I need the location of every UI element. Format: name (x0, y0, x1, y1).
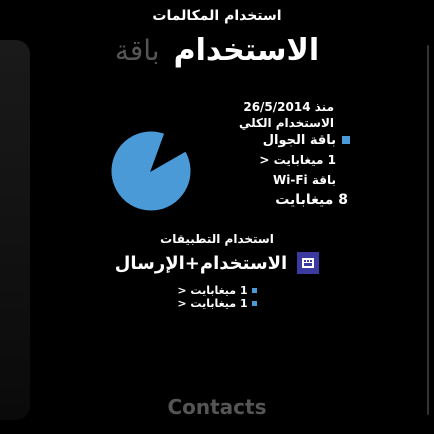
mini-legend-dot-2 (251, 301, 257, 306)
previous-page-peek[interactable] (0, 40, 30, 420)
legend-swatch-mobile (342, 136, 350, 144)
date-since: منذ 26/5/2014 (243, 100, 334, 114)
next-section-peek[interactable]: Contacts (60, 395, 374, 419)
grid-icon (297, 252, 320, 274)
legend-value-mobile: 1 ميغابايت < (259, 153, 336, 167)
legend-value-mobile-row: 1 ميغابايت < (190, 150, 350, 170)
legend-label-mobile: باقة الجوال (262, 132, 336, 148)
mini-legend-value-2: 1 ميغابايت < (177, 297, 248, 310)
usage-pie-chart[interactable] (108, 128, 194, 214)
usage-send-label: الاستخدام+الإرسال (114, 252, 288, 274)
chart-legend: باقة الجوال 1 ميغابايت < باقة Wi-Fi 8 مي… (190, 130, 350, 210)
legend-label-wifi: باقة Wi-Fi (273, 173, 336, 187)
mini-legend-dot-1 (251, 288, 257, 293)
legend-item-mobile: باقة الجوال (190, 130, 350, 150)
mini-legend-row-1: 1 ميغابايت < (177, 284, 257, 297)
app-usage-title: استخدام التطبيقات (160, 232, 274, 246)
mini-legend-value-1: 1 ميغابايت < (177, 284, 248, 297)
legend-item-wifi: باقة Wi-Fi (190, 170, 350, 190)
page-heading-main: الاستخدام (173, 32, 320, 68)
page-heading-next[interactable]: باقة (115, 34, 160, 67)
usage-mini-legend: 1 ميغابايت < 1 ميغابايت < (0, 284, 434, 310)
screen: استخدام المكالمات الاستخدام باقة منذ 26/… (0, 0, 434, 434)
app-header-title: استخدام المكالمات (152, 8, 282, 24)
pie-chart-svg (110, 130, 192, 212)
mini-legend-row-2: 1 ميغابايت < (177, 297, 257, 310)
scroll-edge (427, 45, 429, 415)
usage-send-row[interactable]: الاستخدام+الإرسال (90, 252, 344, 274)
legend-value-wifi: 8 ميغابايت (275, 192, 348, 208)
page-heading: الاستخدام باقة (40, 28, 394, 72)
legend-value-wifi-row: 8 ميغابايت (190, 190, 350, 210)
